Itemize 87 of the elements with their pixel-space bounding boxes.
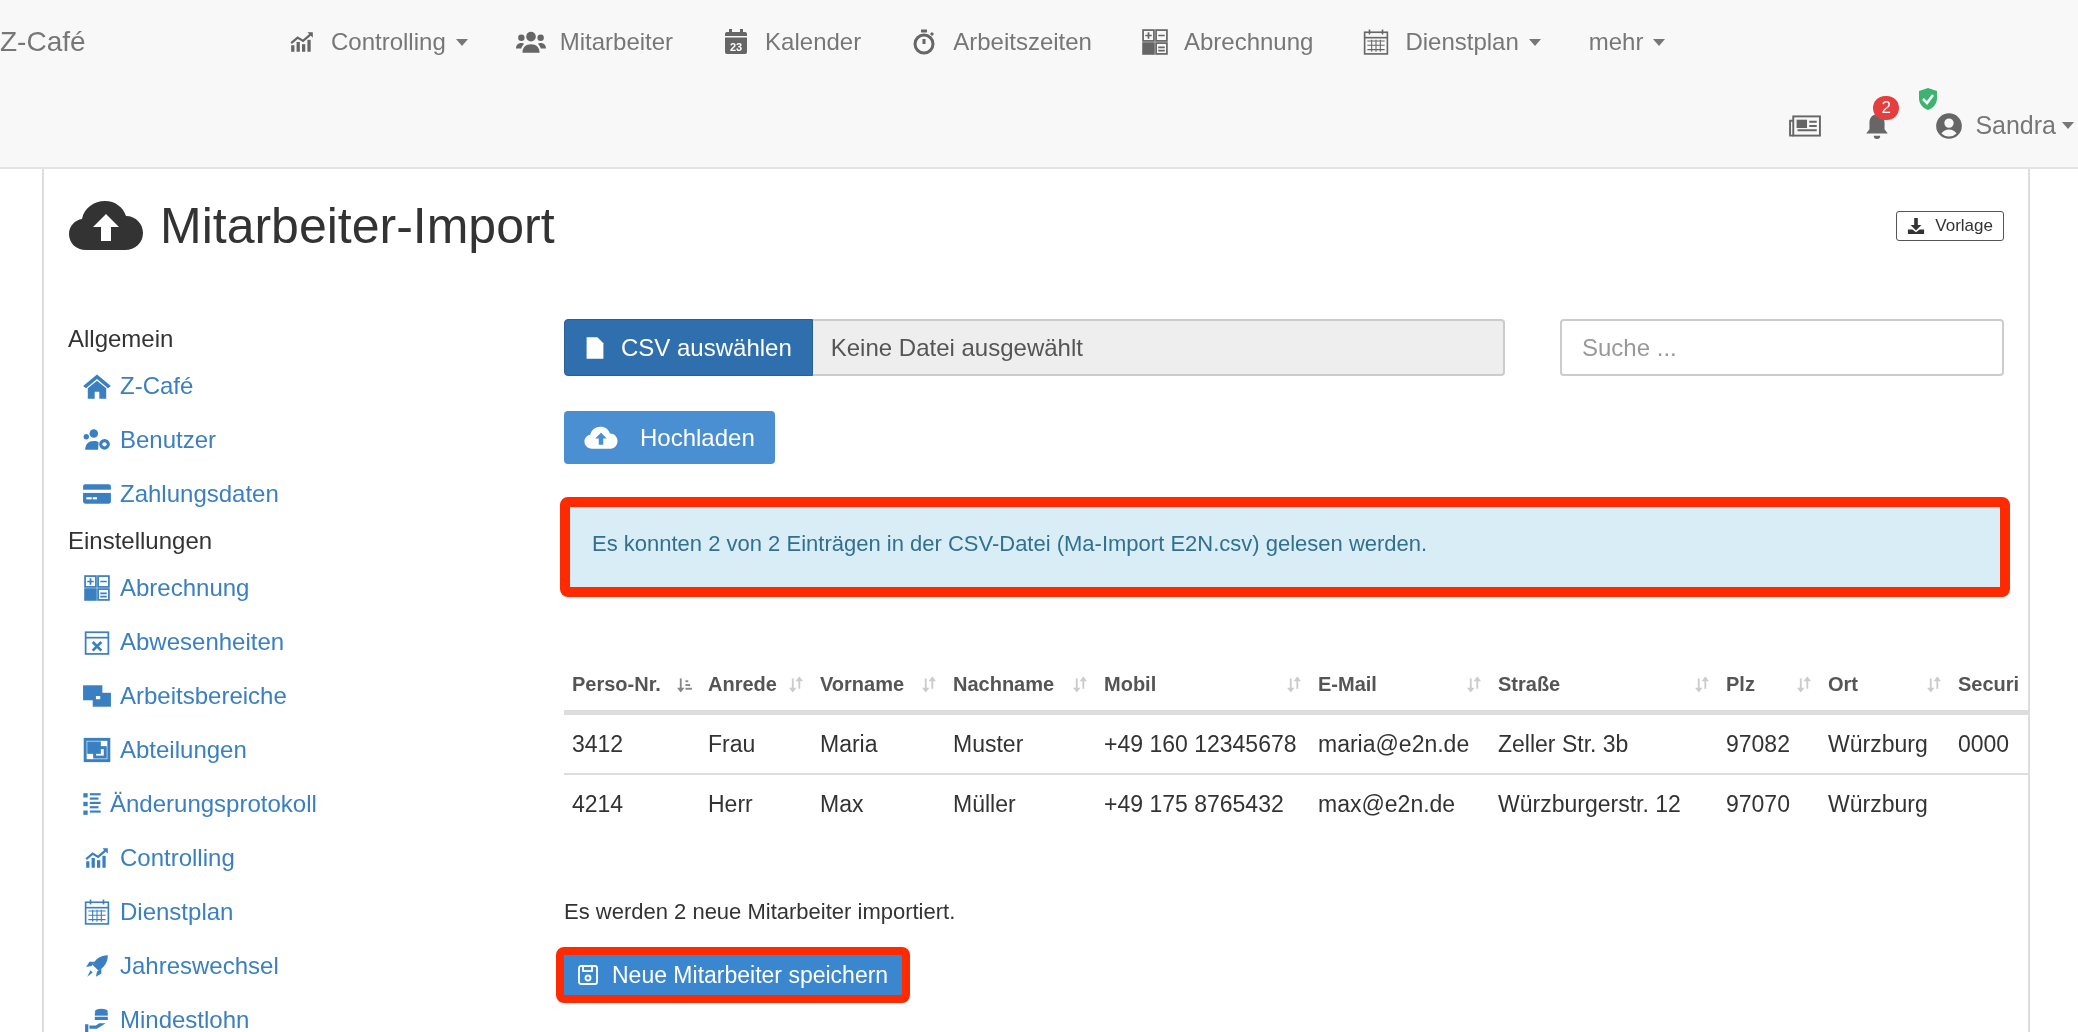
sidebar-item[interactable]: Zahlungsdaten — [68, 467, 279, 521]
sort-icon[interactable] — [1073, 675, 1088, 694]
table-cell: Würzburgerstr. 12 — [1498, 790, 1681, 817]
brand-link[interactable]: Z-Café — [0, 26, 287, 58]
file-icon — [585, 335, 605, 360]
sidebar-item[interactable]: Arbeitsbereiche — [68, 669, 287, 723]
sidebar-item[interactable]: Z-Café — [68, 359, 194, 413]
save-button[interactable]: Neue Mitarbeiter speichern — [564, 955, 903, 995]
users-gear-icon — [82, 427, 112, 453]
user-menu[interactable]: Sandra — [1933, 111, 2074, 140]
sidebar-item[interactable]: Dienstplan — [68, 885, 234, 939]
home-icon — [82, 373, 112, 399]
nav-item[interactable]: Controlling — [287, 28, 468, 56]
table-cell: Würzburg — [1828, 730, 1928, 757]
page-title: Mitarbeiter-Import — [160, 197, 556, 255]
nav-item[interactable]: mehr — [1588, 28, 1666, 56]
table-cell: 0000 — [1958, 730, 2010, 757]
column-header[interactable]: Ort — [1820, 673, 1950, 713]
calculator-icon — [1139, 29, 1170, 55]
table-cell: Max — [820, 790, 864, 817]
column-header[interactable]: Anrede — [700, 673, 812, 713]
notification-badge: 2 — [1873, 95, 1899, 120]
calendar-x-icon — [82, 629, 112, 655]
table-cell: 97070 — [1726, 790, 1790, 817]
column-header[interactable]: Perso-Nr. — [564, 673, 700, 713]
cloud-upload-icon — [68, 200, 144, 252]
nav-item[interactable]: Arbeitszeiten — [909, 28, 1092, 56]
download-icon — [1907, 217, 1926, 235]
calculator-icon — [82, 575, 112, 601]
table-cell: 3412 — [572, 730, 624, 757]
cloud-upload-icon — [584, 425, 618, 450]
table-cell: Herr — [708, 790, 753, 817]
nav-item[interactable]: Abrechnung — [1139, 28, 1314, 56]
list-icon — [82, 791, 102, 817]
table-cell: +49 175 8765432 — [1104, 790, 1284, 817]
sort-icon[interactable] — [1797, 675, 1812, 694]
table-cell: Frau — [708, 730, 756, 757]
table-cell: Würzburg — [1828, 790, 1928, 817]
shield-check-icon — [1917, 87, 1940, 111]
sort-icon[interactable] — [1695, 675, 1710, 694]
upload-button[interactable]: Hochladen — [564, 411, 775, 464]
table-cell: Muster — [953, 730, 1024, 757]
column-header[interactable]: Plz — [1718, 673, 1820, 713]
sidebar-heading: Einstellungen — [68, 526, 214, 556]
table-cell: 4214 — [572, 790, 624, 817]
table-cell: Maria — [820, 730, 878, 757]
sort-icon[interactable] — [789, 675, 804, 694]
nav-item[interactable]: 23 Kalender — [721, 28, 862, 56]
sort-icon[interactable] — [922, 675, 937, 694]
sidebar-item[interactable]: Abteilungen — [68, 723, 247, 777]
sort-icon[interactable] — [1287, 675, 1302, 694]
sidebar-item[interactable]: Änderungsprotokoll — [68, 777, 317, 831]
column-header[interactable]: Straße — [1490, 673, 1718, 713]
file-name-field[interactable]: Keine Datei ausgewählt — [812, 319, 1505, 376]
sidebar-item[interactable]: Controlling — [68, 831, 235, 885]
sidebar-item[interactable]: Jahreswechsel — [68, 939, 279, 993]
users-icon — [515, 29, 546, 55]
sidebar-item[interactable]: Abwesenheiten — [68, 615, 285, 669]
sidebar-item[interactable]: Mindestlohn — [68, 993, 250, 1032]
table-cell: max@e2n.de — [1318, 790, 1456, 817]
alert-message: Es konnten 2 von 2 Einträgen in der CSV-Datei (Ma-Import E2N.csv) gelesen werden. — [570, 507, 2000, 587]
sidebar-heading: Allgemein — [68, 324, 175, 354]
sort-icon[interactable] — [1927, 675, 1942, 694]
table-cell: Müller — [953, 790, 1016, 817]
squares-icon — [82, 737, 112, 763]
column-header[interactable]: Securi — [1950, 673, 2030, 713]
sidebar-item[interactable]: Benutzer — [68, 413, 217, 467]
calendar-icon — [82, 899, 112, 925]
table-cell: Zeller Str. 3b — [1498, 730, 1629, 757]
column-header[interactable]: Mobil — [1096, 673, 1310, 713]
column-header[interactable]: E-Mail — [1310, 673, 1490, 713]
credit-card-icon — [82, 481, 112, 507]
choose-file-button[interactable]: CSV auswählen — [564, 319, 813, 376]
table-cell: 97082 — [1726, 730, 1790, 757]
table-cell: +49 160 12345678 — [1104, 730, 1297, 757]
search-field[interactable]: Suche ... — [1560, 319, 2004, 376]
sidebar-item[interactable]: Abrechnung — [68, 561, 250, 615]
sort-icon[interactable] — [1467, 675, 1482, 694]
nav-item[interactable]: Dienstplan — [1361, 28, 1541, 56]
column-header[interactable]: Nachname — [945, 673, 1096, 713]
sort-icon[interactable] — [677, 675, 692, 694]
import-summary: Es werden 2 neue Mitarbeiter importiert. — [564, 899, 957, 925]
template-button[interactable]: Vorlage — [1896, 211, 2004, 241]
nav-item[interactable]: Mitarbeiter — [515, 28, 674, 56]
column-header[interactable]: Vorname — [812, 673, 945, 713]
squares-icon — [82, 683, 112, 709]
table-cell: maria@e2n.de — [1318, 730, 1470, 757]
